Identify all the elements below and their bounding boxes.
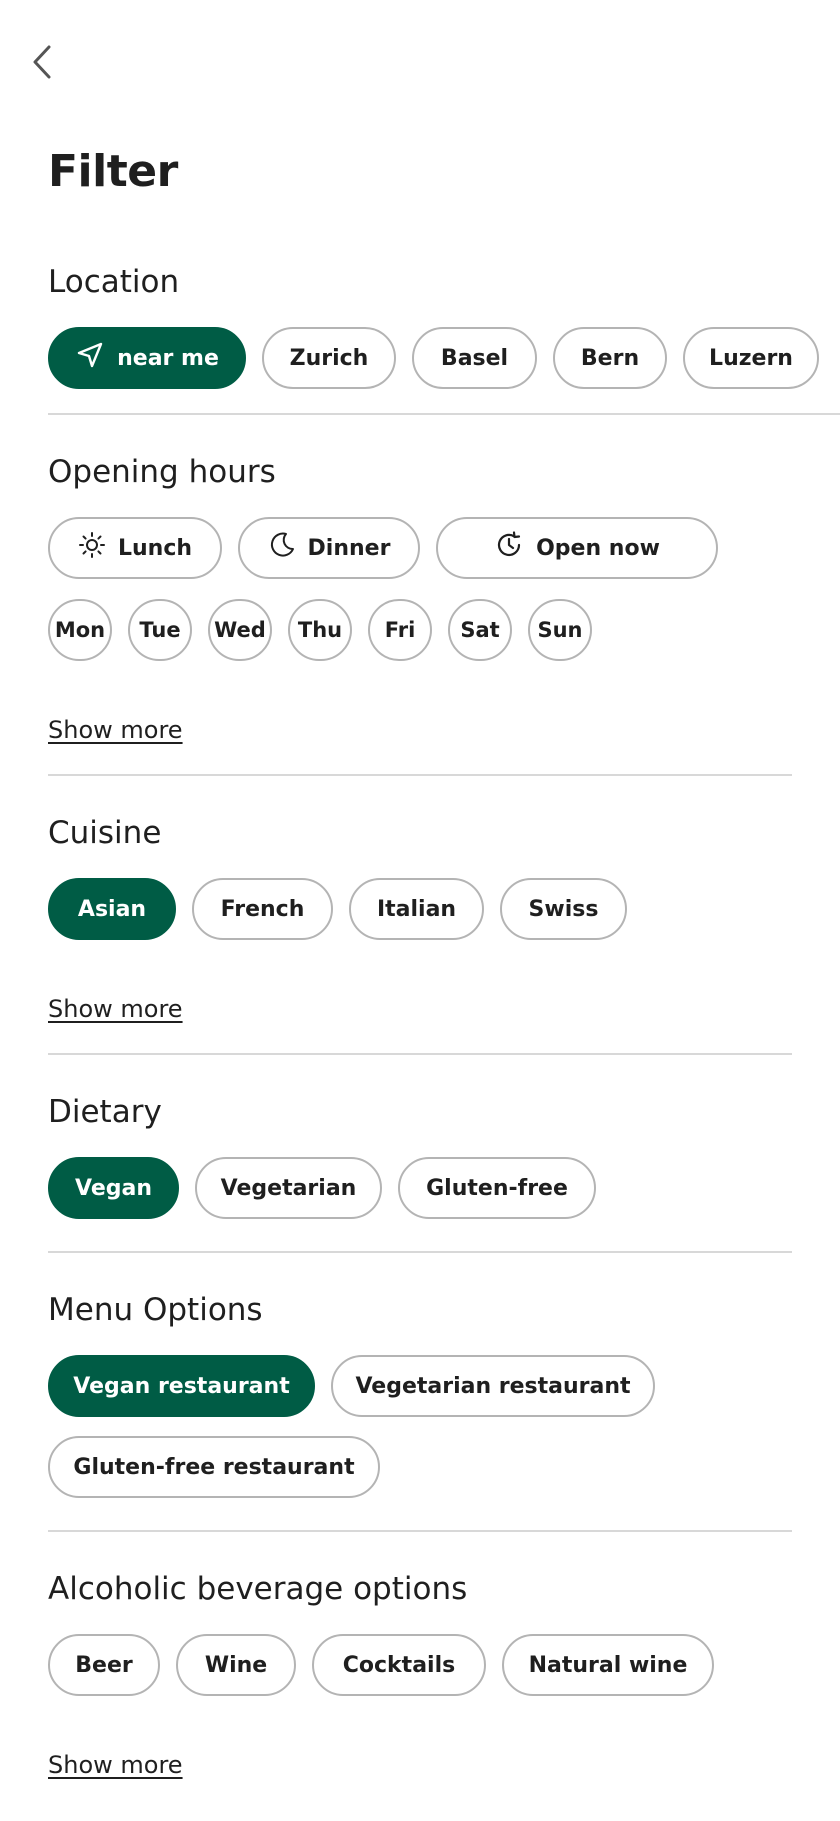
menu-options-section: Menu Options [48, 1295, 263, 1326]
cuisine-show-more-link[interactable]: Show more [48, 995, 183, 1023]
location-heading: Location [48, 264, 180, 300]
day-chip-fri[interactable]: Fri [368, 599, 432, 661]
day-chip-mon[interactable]: Mon [48, 599, 112, 661]
alcohol-show-more-link[interactable]: Show more [48, 1751, 183, 1779]
moon-icon [268, 531, 296, 565]
dinner-chip[interactable]: Dinner [238, 517, 420, 579]
divider [48, 1251, 792, 1253]
menu-options-chips-row1: Vegan restaurant Vegetarian restaurant [48, 1355, 655, 1417]
near-me-label: near me [117, 345, 219, 371]
dietary-chip-vegetarian[interactable]: Vegetarian [195, 1157, 382, 1219]
chevron-left-icon [31, 44, 53, 84]
dietary-chips: Vegan Vegetarian Gluten-free [48, 1157, 596, 1219]
dinner-label: Dinner [307, 535, 391, 561]
cuisine-chips: Asian French Italian Swiss [48, 878, 627, 940]
menu-options-chips-row2: Gluten-free restaurant [48, 1436, 380, 1498]
back-button[interactable] [27, 44, 57, 84]
dietary-chip-gluten-free[interactable]: Gluten-free [398, 1157, 596, 1219]
open-now-label: Open now [536, 535, 660, 561]
cuisine-chip-swiss[interactable]: Swiss [500, 878, 627, 940]
menu-chip-vegetarian-restaurant[interactable]: Vegetarian restaurant [331, 1355, 655, 1417]
divider [48, 413, 840, 415]
alcohol-chip-cocktails[interactable]: Cocktails [312, 1634, 486, 1696]
opening-hours-section: Opening hours [48, 457, 276, 488]
open-now-chip[interactable]: Open now [436, 517, 718, 579]
city-chip-luzern[interactable]: Luzern [683, 327, 819, 389]
alcohol-chip-natural-wine[interactable]: Natural wine [502, 1634, 714, 1696]
cuisine-heading: Cuisine [48, 815, 162, 851]
location-chips: near me Zurich Basel Bern Luzern [48, 327, 819, 389]
cuisine-chip-asian[interactable]: Asian [48, 878, 176, 940]
day-chips: Mon Tue Wed Thu Fri Sat Sun [48, 599, 592, 661]
menu-chip-gluten-free-restaurant[interactable]: Gluten-free restaurant [48, 1436, 380, 1498]
clock-refresh-icon [494, 530, 524, 566]
lunch-label: Lunch [117, 535, 193, 561]
navigation-arrow-icon [75, 340, 105, 376]
alcohol-chips: Beer Wine Cocktails Natural wine [48, 1634, 714, 1696]
opening-hours-heading: Opening hours [48, 454, 276, 490]
sun-icon [78, 531, 106, 565]
day-chip-thu[interactable]: Thu [288, 599, 352, 661]
time-chips: Lunch Dinner Open now [48, 517, 718, 579]
alcohol-heading: Alcoholic beverage options [48, 1571, 468, 1607]
divider [48, 774, 792, 776]
menu-chip-vegan-restaurant[interactable]: Vegan restaurant [48, 1355, 315, 1417]
divider [48, 1053, 792, 1055]
menu-options-heading: Menu Options [48, 1292, 263, 1328]
cuisine-chip-french[interactable]: French [192, 878, 333, 940]
alcohol-chip-wine[interactable]: Wine [176, 1634, 296, 1696]
alcohol-section: Alcoholic beverage options [48, 1574, 467, 1605]
alcohol-chip-beer[interactable]: Beer [48, 1634, 160, 1696]
city-chip-basel[interactable]: Basel [412, 327, 537, 389]
opening-hours-show-more-link[interactable]: Show more [48, 716, 183, 744]
day-chip-wed[interactable]: Wed [208, 599, 272, 661]
lunch-chip[interactable]: Lunch [48, 517, 222, 579]
cuisine-section: Cuisine [48, 818, 161, 849]
page-title: Filter [48, 146, 178, 197]
cuisine-chip-italian[interactable]: Italian [349, 878, 484, 940]
day-chip-sun[interactable]: Sun [528, 599, 592, 661]
city-chip-bern[interactable]: Bern [553, 327, 667, 389]
dietary-chip-vegan[interactable]: Vegan [48, 1157, 179, 1219]
location-section: Location [48, 267, 179, 298]
dietary-heading: Dietary [48, 1094, 162, 1130]
dietary-section: Dietary [48, 1097, 162, 1128]
near-me-chip[interactable]: near me [48, 327, 246, 389]
divider [48, 1530, 792, 1532]
day-chip-sat[interactable]: Sat [448, 599, 512, 661]
city-chip-zurich[interactable]: Zurich [262, 327, 396, 389]
day-chip-tue[interactable]: Tue [128, 599, 192, 661]
